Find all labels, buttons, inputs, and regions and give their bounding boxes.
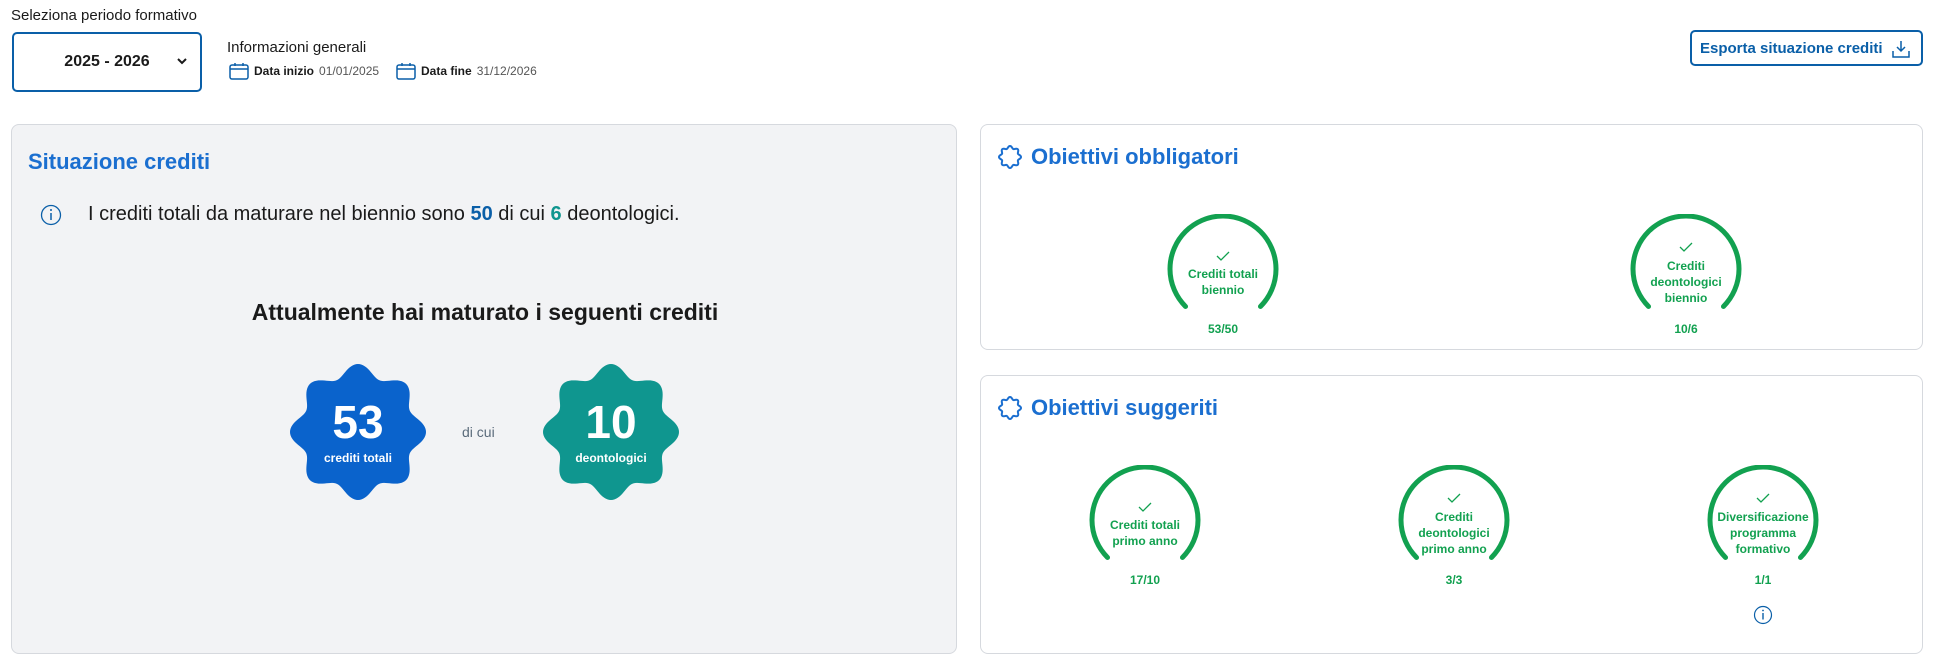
goal-value: 1/1 [1754,573,1772,587]
goal-gauge: Crediti deontologici biennio 10/6 [1626,214,1746,339]
goal-label: Crediti totali biennio [1187,267,1258,297]
goal-value: 3/3 [1445,573,1463,587]
end-date: Data fine 31/12/2026 [396,62,537,80]
period-select[interactable]: 2025 - 2026 [12,32,202,92]
goal-label: Crediti deontologici primo anno [1418,510,1490,556]
credit-situation-panel: Situazione crediti I crediti totali da m… [11,124,957,654]
mandatory-goals-title: Obiettivi obbligatori [997,144,1239,170]
info-icon[interactable] [1753,605,1773,625]
deont-credits-badge: 10 deontologici [536,357,686,507]
credit-info-middle: di cui [498,203,545,225]
total-required-value: 50 [470,203,493,225]
goal-gauge: Crediti totali biennio 53/50 [1163,214,1283,339]
export-credits-button[interactable]: Esporta situazione crediti [1690,30,1923,66]
goal-label: Diversificazione programma formativo [1717,510,1809,556]
credit-info-text: I crediti totali da maturare nel biennio… [88,203,680,226]
goal-value: 53/50 [1207,322,1239,336]
goal-value: 10/6 [1674,322,1698,336]
period-label: Seleziona periodo formativo [11,7,197,24]
credit-situation-title: Situazione crediti [28,149,211,174]
suggested-goals-panel: Obiettivi suggeriti Crediti totali primo … [980,375,1923,654]
check-icon [1216,251,1230,261]
total-credits-value: 53 [332,396,384,448]
mandatory-goals-title-text: Obiettivi obbligatori [1031,144,1239,169]
general-info-title: Informazioni generali [227,39,367,56]
deont-credits-value: 10 [585,396,637,448]
start-date-value: 01/01/2025 [319,64,380,78]
goal-label: Crediti deontologici biennio [1650,259,1722,305]
end-date-value: 31/12/2026 [476,64,537,78]
total-credits-badge: 53 crediti totali [283,357,433,507]
check-icon [1756,493,1770,503]
accrued-credits-title: Attualmente hai maturato i seguenti cred… [251,299,719,325]
period-select-value: 2025 - 2026 [64,53,150,70]
download-icon [1892,41,1910,58]
suggested-goals-title-text: Obiettivi suggeriti [1031,395,1219,420]
chevron-down-icon [177,58,187,65]
calendar-icon [229,63,249,80]
calendar-icon [396,63,416,80]
credit-info-line: I crediti totali da maturare nel biennio… [40,203,680,226]
check-icon [1447,493,1461,503]
mandatory-goals-panel: Obiettivi obbligatori Crediti totali bien… [980,124,1923,350]
goal-gauge: Diversificazione programma formativo 1/1 [1703,465,1823,590]
credit-info-suffix: deontologici. [567,203,680,225]
start-date-label: Data inizio [254,64,315,78]
target-icon [997,144,1023,170]
export-credits-label: Esporta situazione crediti [1700,39,1883,57]
start-date: Data inizio 01/01/2025 [229,62,379,80]
credit-info-prefix: I crediti totali da maturare nel biennio… [88,203,465,225]
check-icon [1138,502,1152,512]
total-credits-label: crediti totali [323,451,392,465]
info-icon [40,204,62,225]
deont-required-value: 6 [550,203,562,225]
goal-gauge: Crediti deontologici primo anno 3/3 [1394,465,1514,590]
check-icon [1679,242,1693,252]
goal-gauge: Crediti totali primo anno 17/10 [1085,465,1205,590]
deont-credits-label: deontologici [575,451,647,465]
goal-value: 17/10 [1129,573,1161,587]
target-icon [997,395,1023,421]
goal-label: Crediti totali primo anno [1109,518,1180,548]
suggested-goals-title: Obiettivi suggeriti [997,395,1218,421]
of-which-label: di cui [462,424,495,440]
end-date-label: Data fine [421,64,472,78]
